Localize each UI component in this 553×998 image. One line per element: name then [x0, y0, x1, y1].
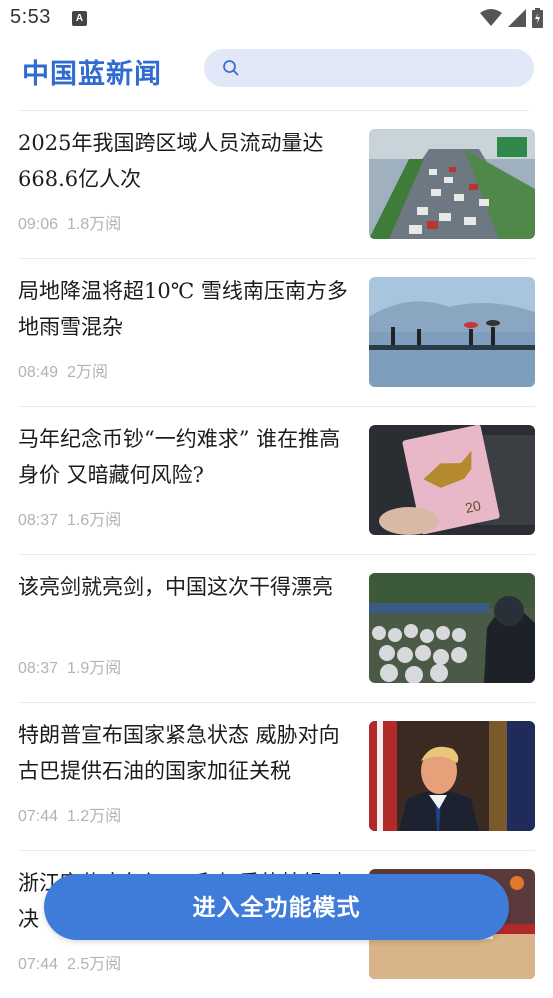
news-views: 1.2万阅 [67, 808, 122, 825]
news-meta: 08:37 1.6万阅 [18, 506, 130, 530]
politician-portrait-image [369, 721, 535, 831]
police-crowd-image [369, 573, 535, 683]
signal-icon [508, 9, 526, 27]
battery-charging-icon [532, 8, 543, 28]
news-meta: 08:37 1.9万阅 [18, 654, 130, 678]
news-time: 08:37 [18, 660, 59, 677]
news-item[interactable]: 该亮剑就亮剑，中国这次干得漂亮 08:37 1.9万阅 [18, 555, 535, 703]
news-item[interactable]: 局地降温将超10℃ 雪线南压南方多地雨雪混杂 08:49 2万阅 [18, 259, 535, 407]
news-item[interactable]: 2025年我国跨区域人员流动量达668.6亿人次 09:06 1.8万阅 [18, 111, 535, 259]
news-thumbnail[interactable] [369, 573, 535, 683]
news-item[interactable]: 特朗普宣布国家紧急状态 威胁对向古巴提供石油的国家加征关税 07:44 1.2万阅 [18, 703, 535, 851]
news-time: 07:44 [18, 808, 59, 825]
news-views: 2.5万阅 [67, 956, 122, 973]
status-bar: 5:53 A [0, 0, 553, 38]
news-views: 1.6万阅 [67, 512, 122, 529]
search-input[interactable] [204, 49, 534, 87]
news-time: 09:06 [18, 216, 59, 233]
news-list: 2025年我国跨区域人员流动量达668.6亿人次 09:06 1.8万阅 局地降… [0, 111, 553, 998]
news-meta: 07:44 1.2万阅 [18, 802, 130, 826]
news-title[interactable]: 局地降温将超10℃ 雪线南压南方多地雨雪混杂 [18, 273, 348, 345]
search-icon [223, 60, 239, 76]
news-meta: 09:06 1.8万阅 [18, 210, 130, 234]
news-time: 08:49 [18, 364, 59, 381]
news-views: 1.9万阅 [67, 660, 122, 677]
news-title[interactable]: 马年纪念币钞“一约难求” 谁在推高身价 又暗藏何风险? [18, 421, 348, 493]
news-views: 1.8万阅 [67, 216, 122, 233]
news-meta: 07:44 2.5万阅 [18, 950, 130, 974]
news-time: 07:44 [18, 956, 59, 973]
news-thumbnail[interactable] [369, 277, 535, 387]
app-logo: 中国蓝新闻 [22, 59, 162, 90]
status-icons [480, 8, 543, 28]
news-title[interactable]: 2025年我国跨区域人员流动量达668.6亿人次 [18, 125, 348, 197]
enter-full-mode-button[interactable]: 进入全功能模式 [44, 874, 509, 940]
wifi-icon [480, 9, 502, 26]
horse-banknote-image: 20 [369, 425, 535, 535]
status-time: 5:53 [10, 6, 51, 28]
news-time: 08:37 [18, 512, 59, 529]
news-meta: 08:49 2万阅 [18, 358, 117, 382]
news-views: 2万阅 [67, 364, 108, 381]
news-title[interactable]: 该亮剑就亮剑，中国这次干得漂亮 [18, 569, 348, 605]
news-thumbnail[interactable]: 20 [369, 425, 535, 535]
news-thumbnail[interactable] [369, 721, 535, 831]
notification-a-icon: A [72, 11, 87, 26]
lake-walkers-image [369, 277, 535, 387]
app-header: 中国蓝新闻 [0, 44, 553, 94]
news-title[interactable]: 特朗普宣布国家紧急状态 威胁对向古巴提供石油的国家加征关税 [18, 717, 348, 789]
news-thumbnail[interactable] [369, 129, 535, 239]
news-item[interactable]: 马年纪念币钞“一约难求” 谁在推高身价 又暗藏何风险? 08:37 1.6万阅 2… [18, 407, 535, 555]
highway-traffic-image [369, 129, 535, 239]
